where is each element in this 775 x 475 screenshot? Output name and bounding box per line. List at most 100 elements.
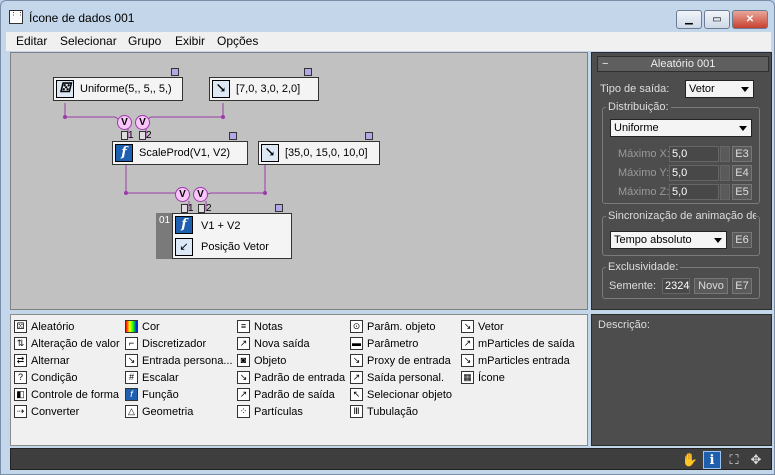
maximize-button[interactable]: ▭ bbox=[704, 10, 730, 29]
sync-group: Sincronização de animação de Tempo absol… bbox=[602, 210, 760, 256]
depot-item-tubulacao[interactable]: Ⅲ Tubulação bbox=[350, 404, 418, 420]
hand-icon[interactable]: ✋ bbox=[681, 451, 699, 469]
seed-field[interactable]: 2324 bbox=[662, 278, 690, 294]
depot-item-mparticles-saida[interactable]: ↗ mParticles de saída bbox=[461, 336, 575, 352]
depot-item-alternar[interactable]: ⇄ Alternar bbox=[14, 353, 70, 369]
menu-editar[interactable]: Editar bbox=[16, 34, 47, 48]
max-y-field[interactable]: 5,0 bbox=[669, 165, 719, 181]
depot-item-aleatorio[interactable]: ⚄ Aleatório bbox=[14, 319, 74, 335]
output-port[interactable] bbox=[171, 68, 179, 76]
grid-icon[interactable]: ⋮⋮ bbox=[9, 10, 24, 24]
node-graph[interactable]: ⚄ Uniforme(5,, 5,, 5,) ↘ [7,0, 3,0, 2,0]… bbox=[10, 52, 588, 310]
input-port-1[interactable] bbox=[181, 204, 188, 213]
depot-item-objeto[interactable]: ◙ Objeto bbox=[237, 353, 286, 369]
distribution-value: Uniforme bbox=[614, 122, 659, 134]
depot-item-entrada-personalizada[interactable]: ↘ Entrada persona... bbox=[125, 353, 233, 369]
function-icon: f bbox=[175, 216, 193, 234]
menu-opcoes[interactable]: Opções bbox=[217, 34, 258, 48]
depot-item-label: Selecionar objeto bbox=[367, 389, 453, 401]
max-z-e5-button[interactable]: E5 bbox=[732, 184, 752, 200]
max-y-e4-button[interactable]: E4 bbox=[732, 165, 752, 181]
depot-item-notas[interactable]: ≡ Notas bbox=[237, 319, 283, 335]
mparticles-output-icon: ↗ bbox=[461, 336, 474, 350]
minimize-button[interactable]: ▁ bbox=[676, 10, 702, 29]
v-connector-2[interactable]: V bbox=[135, 115, 150, 130]
depot-item-condicao[interactable]: ? Condição bbox=[14, 370, 77, 386]
close-button[interactable]: ✕ bbox=[732, 10, 768, 29]
depot-item-geometria[interactable]: △ Geometria bbox=[125, 404, 193, 420]
description-panel: Descrição: bbox=[591, 314, 772, 446]
seed-e7-button[interactable]: E7 bbox=[732, 278, 752, 294]
depot-item-cor[interactable]: Cor bbox=[125, 319, 160, 335]
menu-selecionar[interactable]: Selecionar bbox=[60, 34, 117, 48]
seed-label: Semente: bbox=[609, 280, 657, 292]
info-icon[interactable]: i bbox=[703, 451, 721, 469]
depot-item-vetor[interactable]: ↘ Vetor bbox=[461, 319, 504, 335]
depot-item-funcao[interactable]: f Função bbox=[125, 387, 179, 403]
depot-item-particulas[interactable]: ⁘ Partículas bbox=[237, 404, 303, 420]
vector-icon: ↘ bbox=[461, 319, 474, 333]
new-seed-button[interactable]: Novo bbox=[694, 278, 728, 294]
output-node-id: 01 bbox=[159, 215, 171, 226]
parameter-icon: ▬ bbox=[350, 336, 363, 350]
max-z-field[interactable]: 5,0 bbox=[669, 184, 719, 200]
depot-item-mparticles-entrada[interactable]: ↘ mParticles entrada bbox=[461, 353, 570, 369]
object-param-icon: ⊙ bbox=[350, 319, 363, 333]
depot-item-param-objeto[interactable]: ⊙ Parâm. objeto bbox=[350, 319, 435, 335]
depot-item-converter[interactable]: ⇢ Converter bbox=[14, 404, 79, 420]
depot-item-controle[interactable]: ◧ Controle de forma bbox=[14, 387, 119, 403]
depot-item-padrao-entrada[interactable]: ↘ Padrão de entrada bbox=[237, 370, 345, 386]
menu-grupo[interactable]: Grupo bbox=[128, 34, 161, 48]
distribution-select[interactable]: Uniforme bbox=[610, 119, 752, 137]
sync-label: Sincronização de animação de bbox=[606, 210, 756, 222]
node-output[interactable]: f V1 + V2 ↙ Posição Vetor bbox=[172, 213, 292, 259]
node-uniform[interactable]: ⚄ Uniforme(5,, 5,, 5,) bbox=[53, 77, 183, 101]
input-port-1[interactable] bbox=[121, 131, 128, 140]
menu-exibir[interactable]: Exibir bbox=[175, 34, 205, 48]
output-port[interactable] bbox=[229, 132, 237, 140]
depot-item-discretizador[interactable]: ⌐ Discretizador bbox=[125, 336, 206, 352]
input-proxy-icon: ↘ bbox=[350, 353, 363, 367]
sync-select[interactable]: Tempo absoluto bbox=[610, 231, 727, 249]
depot-item-padrao-saida[interactable]: ↗ Padrão de saída bbox=[237, 387, 335, 403]
output-type-select[interactable]: Vetor bbox=[685, 80, 754, 98]
depot-item-escalar[interactable]: # Escalar bbox=[125, 370, 179, 386]
vector-icon: ↘ bbox=[212, 80, 230, 98]
depot-item-nova-saida[interactable]: ↗ Nova saída bbox=[237, 336, 310, 352]
max-x-e3-button[interactable]: E3 bbox=[732, 146, 752, 162]
node-scaleprod[interactable]: f ScaleProd(V1, V2) bbox=[112, 141, 248, 165]
collapse-icon[interactable]: − bbox=[602, 57, 608, 71]
max-x-spinner[interactable] bbox=[720, 146, 730, 162]
move-icon[interactable]: ✥ bbox=[747, 451, 765, 469]
input-port-2[interactable] bbox=[198, 204, 205, 213]
max-x-field[interactable]: 5,0 bbox=[669, 146, 719, 162]
depot-item-label: Saída personal. bbox=[367, 372, 445, 384]
v-connector-4[interactable]: V bbox=[193, 187, 208, 202]
input-port-2[interactable] bbox=[139, 131, 146, 140]
output-port[interactable] bbox=[275, 204, 283, 212]
v-connector-1[interactable]: V bbox=[117, 115, 132, 130]
depot-item-label: Condição bbox=[31, 372, 78, 384]
depot-item-selecionar-objeto[interactable]: ↖ Selecionar objeto bbox=[350, 387, 452, 403]
depot-item-parametro[interactable]: ▬ Parâmetro bbox=[350, 336, 418, 352]
sync-e6-button[interactable]: E6 bbox=[732, 232, 752, 248]
node-vector-2[interactable]: ↘ [35,0, 15,0, 10,0] bbox=[258, 141, 380, 165]
properties-panel: − Aleatório 001 Tipo de saída: Vetor Dis… bbox=[591, 52, 772, 310]
max-z-spinner[interactable] bbox=[720, 184, 730, 200]
depot-item-saida-personalizada[interactable]: ↗ Saída personal. bbox=[350, 370, 444, 386]
depot-item-alteracao[interactable]: ⇅ Alteração de valor bbox=[14, 336, 120, 352]
rollout-header[interactable]: − Aleatório 001 bbox=[597, 56, 769, 72]
output-port[interactable] bbox=[365, 132, 373, 140]
max-y-spinner[interactable] bbox=[720, 165, 730, 181]
depot-item-label: Função bbox=[142, 389, 179, 401]
menu-bar: Editar Selecionar Grupo Exibir Opções bbox=[6, 32, 771, 51]
depot-item-proxy-entrada[interactable]: ↘ Proxy de entrada bbox=[350, 353, 451, 369]
select-icon[interactable]: ⛶ bbox=[725, 451, 743, 469]
v-connector-3[interactable]: V bbox=[175, 187, 190, 202]
window-title: Ícone de dados 001 bbox=[29, 11, 135, 25]
discretizer-icon: ⌐ bbox=[125, 336, 138, 350]
depot-item-icone[interactable]: ▦ Ícone bbox=[461, 370, 505, 386]
depot-item-label: Escalar bbox=[142, 372, 179, 384]
output-port[interactable] bbox=[304, 68, 312, 76]
node-vector-1[interactable]: ↘ [7,0, 3,0, 2,0] bbox=[209, 77, 319, 101]
